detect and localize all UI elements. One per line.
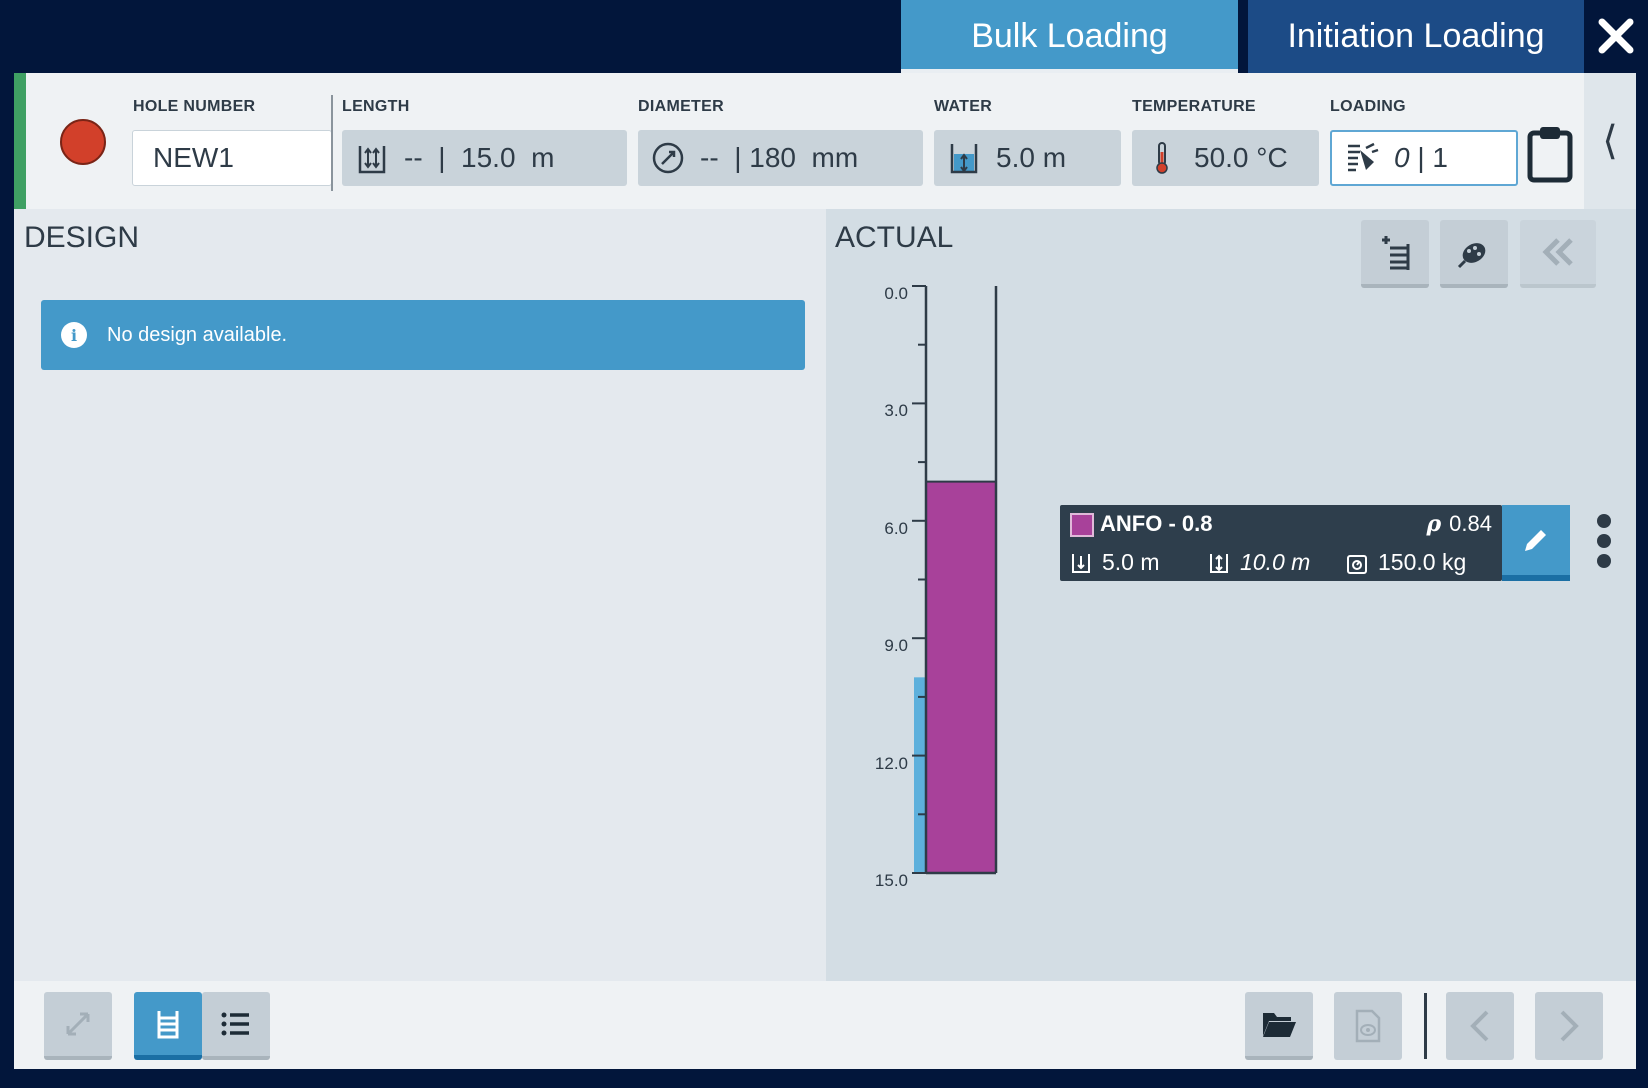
open-folder-button[interactable] [1245, 992, 1313, 1060]
water-level-bar [914, 677, 926, 873]
clipboard-icon[interactable] [1526, 125, 1574, 183]
deck-mass-value: 150.0 kg [1378, 549, 1467, 575]
footer-divider [1424, 993, 1427, 1059]
chevron-right-icon [1560, 1010, 1579, 1042]
info-message-text: No design available. [107, 323, 288, 346]
diameter-value: -- | 180 mm [700, 142, 859, 173]
previous-hole-button[interactable] [1446, 992, 1514, 1060]
rho-icon: ρ [1426, 511, 1442, 537]
water-icon [950, 144, 978, 174]
depth-tick-label: 9.0 [884, 636, 908, 656]
deck-bar [926, 481, 996, 873]
info-message: i No design available. [41, 300, 805, 370]
depth-tick-label: 3.0 [884, 401, 908, 421]
design-title: DESIGN [24, 221, 140, 254]
loading-label: LOADING [1330, 98, 1406, 115]
hole-status-indicator[interactable] [60, 119, 106, 165]
water-field[interactable]: 5.0 m [934, 130, 1121, 186]
deck-mass: 150.0 kg [1346, 549, 1466, 576]
hole-column-diagram [912, 285, 998, 875]
folder-open-icon [1263, 1013, 1296, 1037]
deck-length-icon [1210, 553, 1228, 573]
loading-value-loaded: 0 [1394, 142, 1410, 173]
column-view-icon [157, 1010, 179, 1038]
list-view-button[interactable] [202, 992, 270, 1060]
deck-density-value: 0.84 [1449, 511, 1492, 536]
chevron-left-icon: ⟨ [1602, 119, 1618, 163]
pencil-icon [1525, 530, 1546, 551]
hole-number-label: HOLE NUMBER [133, 98, 256, 115]
deck-product-name: ANFO - 0.8 [1100, 511, 1213, 536]
depth-icon [1072, 553, 1090, 573]
length-value: -- | 15.0 m [404, 142, 555, 173]
depth-tick-label: 12.0 [874, 753, 908, 773]
header-divider [331, 95, 333, 191]
diameter-field[interactable]: -- | 180 mm [638, 130, 923, 186]
water-value: 5.0 m [996, 142, 1067, 173]
depth-tick-label: 0.0 [884, 284, 908, 303]
deck-card[interactable]: ANFO - 0.8 ρ 0.84 5.0 m 10.0 m 150.0 kg [1060, 505, 1502, 581]
hole-number-input[interactable]: NEW1 [132, 130, 332, 186]
hole-window: HOLE NUMBER NEW1 LENGTH -- | 15.0 m DIAM… [14, 73, 1636, 1069]
diameter-label: DIAMETER [638, 98, 724, 115]
close-icon[interactable] [1596, 16, 1636, 56]
diameter-icon [652, 142, 684, 174]
tab-bulk-loading[interactable]: Bulk Loading [901, 0, 1238, 73]
design-panel: DESIGN i No design available. [14, 209, 826, 981]
edit-deck-button[interactable] [1502, 505, 1570, 581]
length-field[interactable]: -- | 15.0 m [342, 130, 627, 186]
chevron-left-icon [1470, 1010, 1489, 1042]
deck-top-depth-value: 5.0 m [1102, 549, 1160, 575]
thermometer-icon [1156, 142, 1168, 174]
preview-document-button[interactable] [1334, 992, 1402, 1060]
loading-field[interactable]: 0 | 1 [1330, 130, 1518, 186]
depth-tick-label: 15.0 [874, 871, 908, 890]
loading-value: 0 | 1 [1394, 142, 1448, 174]
loading-icon [1348, 142, 1379, 172]
actual-panel: ACTUAL 0.03.06.09.012.015.0 ANFO - [826, 209, 1636, 981]
hole-header: HOLE NUMBER NEW1 LENGTH -- | 15.0 m DIAM… [14, 73, 1636, 209]
collapse-panel-button[interactable]: ⟨ [1584, 73, 1636, 209]
next-hole-button[interactable] [1535, 992, 1603, 1060]
depth-tick-label: 6.0 [884, 518, 908, 538]
temperature-label: TEMPERATURE [1132, 98, 1256, 115]
temperature-value: 50.0 °C [1194, 142, 1288, 173]
list-icon [221, 1012, 249, 1036]
footer-toolbar [14, 981, 1636, 1069]
deck-top-depth: 5.0 m [1070, 549, 1160, 576]
deck-density: ρ 0.84 [1427, 511, 1492, 537]
deck-length-value: 10.0 m [1240, 549, 1311, 575]
fullscreen-button[interactable] [44, 992, 112, 1060]
tab-initiation-loading-label: Initiation Loading [1287, 17, 1545, 55]
document-preview-icon [1355, 1009, 1381, 1043]
tab-initiation-loading[interactable]: Initiation Loading [1248, 0, 1584, 73]
loading-value-total: | 1 [1409, 142, 1448, 173]
tab-bulk-loading-label: Bulk Loading [971, 17, 1168, 55]
deck-length: 10.0 m [1208, 549, 1310, 576]
length-icon [358, 146, 386, 174]
deck-color-swatch [1070, 513, 1094, 537]
weight-icon [1347, 554, 1367, 574]
water-label: WATER [934, 98, 993, 115]
length-label: LENGTH [342, 98, 410, 115]
more-options-icon[interactable] [1594, 514, 1614, 574]
hole-number-value: NEW1 [153, 142, 234, 173]
info-icon: i [61, 322, 87, 348]
column-view-button[interactable] [134, 992, 202, 1060]
status-accent-bar [14, 73, 26, 209]
temperature-field[interactable]: 50.0 °C [1132, 130, 1319, 186]
expand-arrows-icon [66, 1012, 90, 1036]
